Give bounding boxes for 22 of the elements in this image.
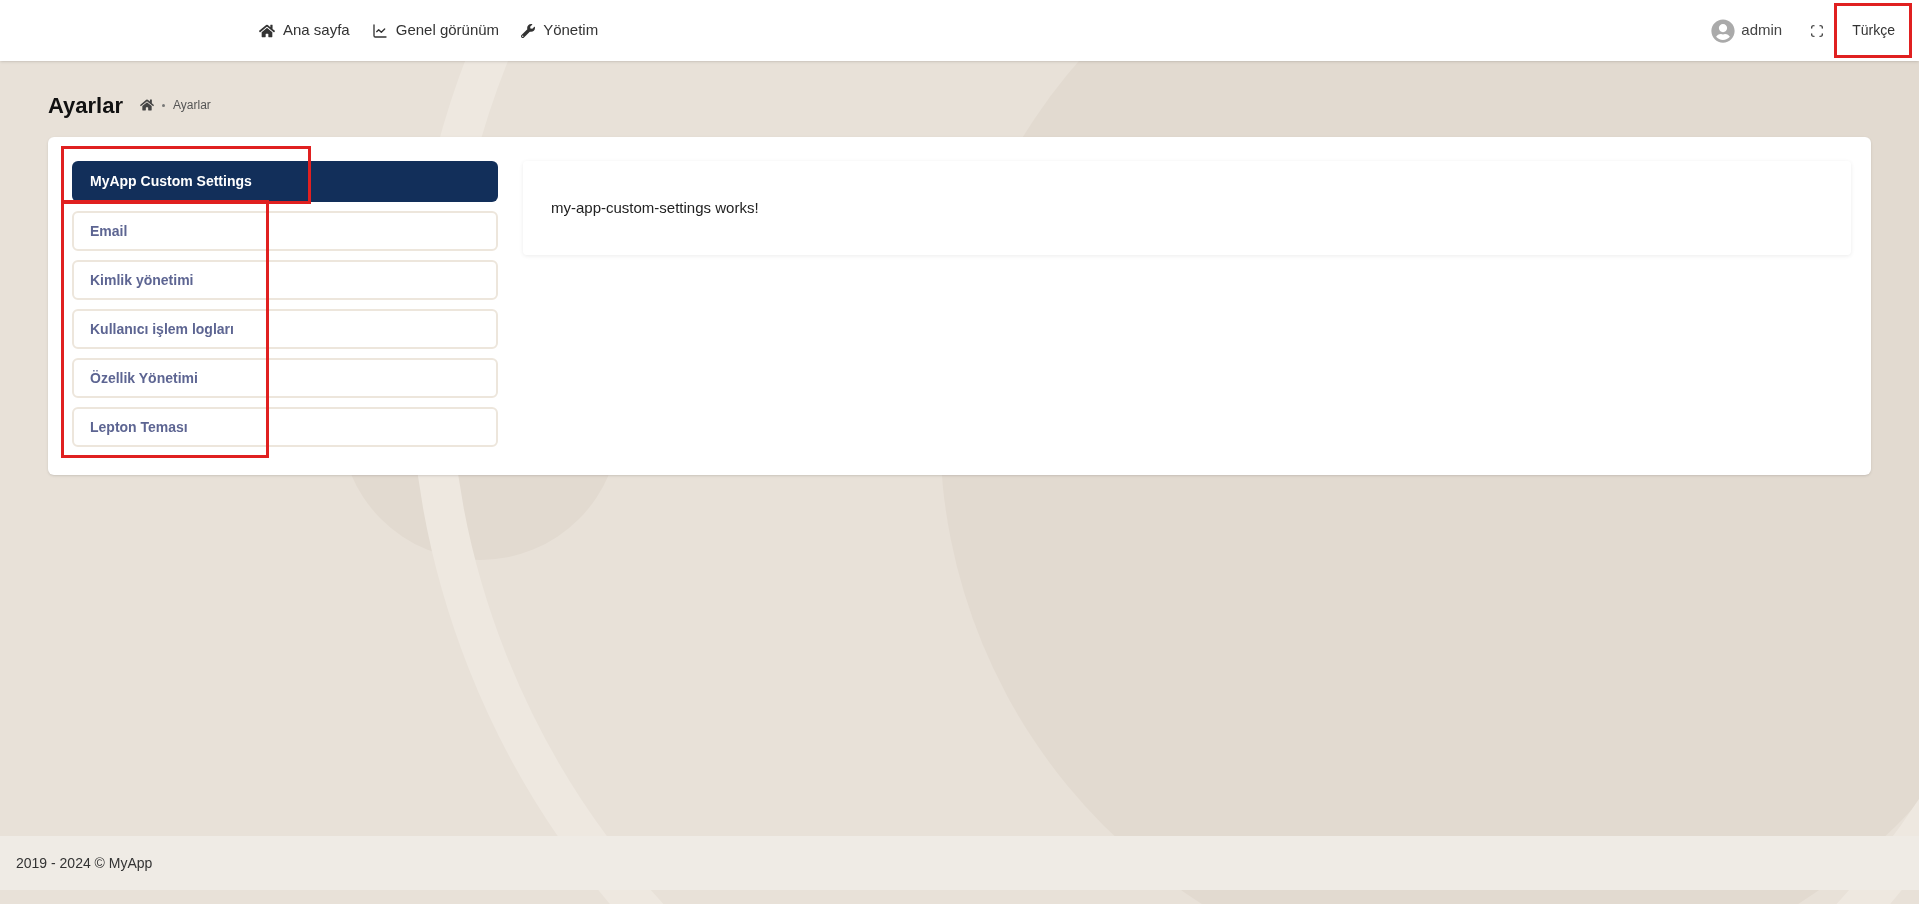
user-menu[interactable]: admin	[1711, 18, 1783, 43]
home-icon	[259, 22, 275, 39]
breadcrumb-separator	[162, 103, 165, 107]
settings-tab[interactable]: MyApp Custom Settings	[72, 161, 498, 202]
language-menu[interactable]: Türkçe	[1852, 20, 1895, 41]
breadcrumb-item: Ayarlar	[173, 97, 211, 114]
settings-tab[interactable]: Lepton Teması	[72, 407, 498, 447]
nav-link[interactable]: Yönetim	[521, 19, 599, 42]
avatar-icon	[1711, 18, 1736, 43]
copyright-text: 2019 - 2024 © MyApp	[16, 853, 153, 873]
home-icon[interactable]	[140, 98, 154, 112]
content-text: my-app-custom-settings works!	[551, 197, 759, 218]
settings-tab[interactable]: Email	[72, 211, 498, 251]
page-title: Ayarlar	[48, 91, 123, 120]
fullscreen-icon[interactable]	[1810, 23, 1825, 38]
settings-tab[interactable]: Kimlik yönetimi	[72, 260, 498, 300]
nav-link[interactable]: Ana sayfa	[259, 19, 350, 42]
settings-tab[interactable]: Kullanıcı işlem logları	[72, 309, 498, 349]
line-chart-icon	[371, 22, 388, 39]
wrench-icon	[521, 23, 536, 38]
settings-tab[interactable]: Özellik Yönetimi	[72, 358, 498, 398]
nav-link[interactable]: Genel görünüm	[371, 19, 500, 42]
